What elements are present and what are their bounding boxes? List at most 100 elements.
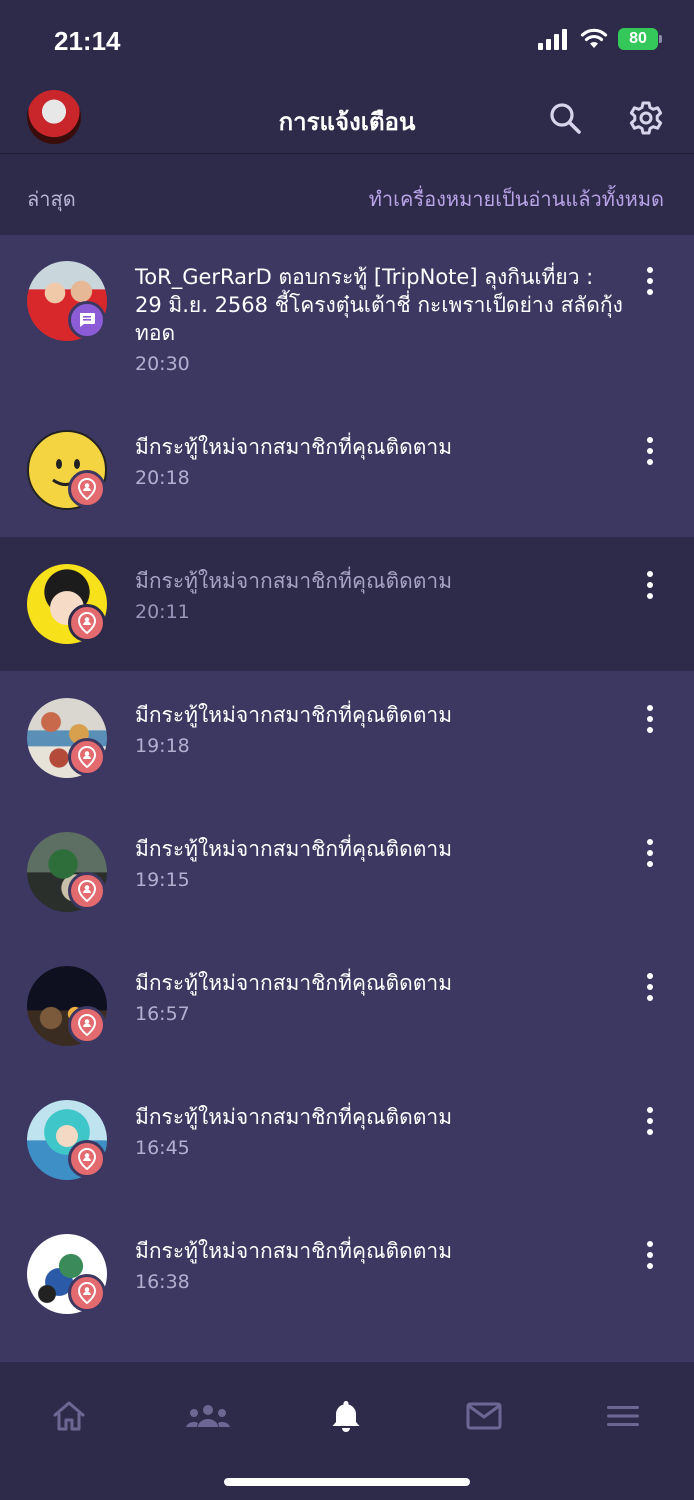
notification-time: 19:18 <box>135 735 190 757</box>
search-button[interactable] <box>545 98 585 138</box>
battery-tip <box>659 35 662 43</box>
dot <box>647 459 653 465</box>
tab-home[interactable] <box>44 1394 94 1438</box>
dot <box>647 1107 653 1113</box>
app-header: การแจ้งเตือน <box>0 82 694 154</box>
dot <box>647 861 653 867</box>
follow-badge <box>68 738 106 776</box>
tab-menu[interactable] <box>598 1394 648 1438</box>
dot <box>647 705 653 711</box>
notification-item[interactable]: มีกระทู้ใหม่จากสมาชิกที่คุณติดตาม 20:11 <box>0 537 694 671</box>
more-options-button[interactable] <box>640 699 660 739</box>
dot <box>647 448 653 454</box>
pin-person-icon <box>77 612 97 634</box>
page-title: การแจ้งเตือน <box>278 108 416 136</box>
dot <box>647 1118 653 1124</box>
notification-text: มีกระทู้ใหม่จากสมาชิกที่คุณติดตาม <box>135 971 453 995</box>
notification-time: 20:18 <box>135 467 190 489</box>
menu-icon <box>607 1406 639 1426</box>
dot <box>647 267 653 273</box>
bell-icon <box>332 1401 360 1432</box>
follow-badge <box>68 872 106 910</box>
dot <box>647 727 653 733</box>
community-icon <box>186 1405 230 1427</box>
notification-time: 16:38 <box>135 1271 190 1293</box>
follow-badge <box>68 470 106 508</box>
notification-time: 16:57 <box>135 1003 190 1025</box>
settings-button[interactable] <box>626 98 666 138</box>
notification-text: มีกระทู้ใหม่จากสมาชิกที่คุณติดตาม <box>135 1105 453 1129</box>
dot <box>647 1263 653 1269</box>
home-indicator <box>224 1478 470 1486</box>
comment-icon <box>80 313 95 327</box>
filter-bar: ล่าสุด ทำเครื่องหมายเป็นอ่านแล้วทั้งหมด <box>0 155 694 235</box>
notification-item[interactable]: มีกระทู้ใหม่จากสมาชิกที่คุณติดตาม 16:57 <box>0 939 694 1073</box>
notification-time: 19:15 <box>135 869 190 891</box>
dot <box>647 437 653 443</box>
notification-time: 20:30 <box>135 353 190 375</box>
tab-community[interactable] <box>183 1394 233 1438</box>
status-bar: 21:14 80 <box>0 0 694 82</box>
battery-level: 80 <box>618 28 658 50</box>
dot <box>647 1252 653 1258</box>
dot <box>647 984 653 990</box>
dot <box>647 289 653 295</box>
comment-badge <box>68 301 106 339</box>
dot <box>647 582 653 588</box>
list-bottom-spacer <box>0 1340 694 1362</box>
dot <box>647 716 653 722</box>
status-indicators: 80 <box>538 28 662 50</box>
battery-indicator: 80 <box>618 28 662 50</box>
pin-person-icon <box>77 1148 97 1170</box>
dot <box>647 571 653 577</box>
gear-icon <box>629 101 663 135</box>
notification-list: ToR_GerRarD ตอบกระทู้ [TripNote] ลุงกินเ… <box>0 235 694 1341</box>
dot <box>647 839 653 845</box>
more-options-button[interactable] <box>640 1235 660 1275</box>
notification-text: มีกระทู้ใหม่จากสมาชิกที่คุณติดตาม <box>135 703 453 727</box>
mail-icon <box>466 1402 502 1430</box>
more-options-button[interactable] <box>640 833 660 873</box>
follow-badge <box>68 1006 106 1044</box>
notification-text: มีกระทู้ใหม่จากสมาชิกที่คุณติดตาม <box>135 435 453 459</box>
more-options-button[interactable] <box>640 1101 660 1141</box>
more-options-button[interactable] <box>640 431 660 471</box>
dot <box>647 1241 653 1247</box>
dot <box>647 973 653 979</box>
notification-item[interactable]: มีกระทู้ใหม่จากสมาชิกที่คุณติดตาม 19:18 <box>0 671 694 805</box>
notification-item[interactable]: มีกระทู้ใหม่จากสมาชิกที่คุณติดตาม 20:18 <box>0 403 694 537</box>
pin-person-icon <box>77 880 97 902</box>
notification-item[interactable]: มีกระทู้ใหม่จากสมาชิกที่คุณติดตาม 19:15 <box>0 805 694 939</box>
pin-person-icon <box>77 478 97 500</box>
follow-badge <box>68 604 106 642</box>
dot <box>647 278 653 284</box>
pin-person-icon <box>77 1282 97 1304</box>
tab-notifications[interactable] <box>321 1394 371 1438</box>
pin-person-icon <box>77 1014 97 1036</box>
status-time: 21:14 <box>54 26 121 56</box>
notification-item[interactable]: มีกระทู้ใหม่จากสมาชิกที่คุณติดตาม 16:45 <box>0 1073 694 1207</box>
notification-item[interactable]: มีกระทู้ใหม่จากสมาชิกที่คุณติดตาม 16:38 <box>0 1207 694 1341</box>
search-icon <box>550 103 581 134</box>
home-icon <box>53 1401 85 1431</box>
more-options-button[interactable] <box>640 565 660 605</box>
dot <box>647 850 653 856</box>
more-options-button[interactable] <box>640 261 660 301</box>
mark-all-read-button[interactable]: ทำเครื่องหมายเป็นอ่านแล้วทั้งหมด <box>369 183 664 215</box>
dot <box>647 995 653 1001</box>
signal-icon <box>538 29 567 50</box>
follow-badge <box>68 1140 106 1178</box>
notification-text: มีกระทู้ใหม่จากสมาชิกที่คุณติดตาม <box>135 1239 453 1263</box>
notification-time: 20:11 <box>135 601 190 623</box>
wifi-icon <box>580 28 608 48</box>
tab-messages[interactable] <box>459 1394 509 1438</box>
notification-item[interactable]: ToR_GerRarD ตอบกระทู้ [TripNote] ลุงกินเ… <box>0 235 694 403</box>
follow-badge <box>68 1274 106 1312</box>
latest-label: ล่าสุด <box>27 187 76 211</box>
notification-text: ToR_GerRarD ตอบกระทู้ [TripNote] ลุงกินเ… <box>135 265 623 345</box>
dot <box>647 1129 653 1135</box>
more-options-button[interactable] <box>640 967 660 1007</box>
notification-text: มีกระทู้ใหม่จากสมาชิกที่คุณติดตาม <box>135 837 453 861</box>
pin-person-icon <box>77 746 97 768</box>
notification-text: มีกระทู้ใหม่จากสมาชิกที่คุณติดตาม <box>135 569 453 593</box>
